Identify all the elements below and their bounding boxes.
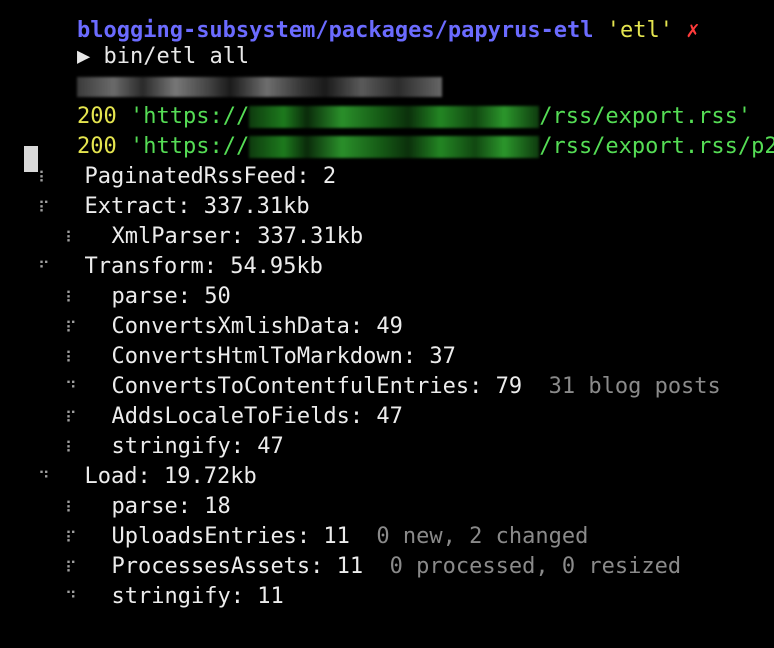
tree-label: Extract: 337.31kb <box>84 194 310 219</box>
tree-row: ⠇ stringify: 47 <box>65 432 284 462</box>
tree-row: ⠏ UploadsEntries: 11 0 new, 2 changed <box>65 522 588 552</box>
tree-row: ⠏ ProcessesAssets: 11 0 processed, 0 res… <box>65 552 681 582</box>
response-line: 200 'https:///rss/export.rss' <box>24 72 751 129</box>
spinner-icon: ⠇ <box>38 168 50 187</box>
tree-row: ⠙ stringify: 11 <box>65 582 284 612</box>
spinner-icon: ⠇ <box>65 438 77 457</box>
tree-note: 0 new, 2 changed <box>376 524 589 549</box>
spinner-icon: ⠇ <box>65 228 77 247</box>
spinner-icon: ⠋ <box>38 258 50 277</box>
tree-label: ConvertsHtmlToMarkdown: 37 <box>111 344 456 369</box>
response-line: 200 'https:// /rss/export.rss/p2' <box>24 102 774 159</box>
tree-label: PaginatedRssFeed: 2 <box>84 164 337 189</box>
terminal-window[interactable]: blogging-subsystem/packages/papyrus-etl … <box>0 0 774 648</box>
tree-row: ⠏ AddsLocaleToFields: 47 <box>65 402 403 432</box>
tree-note: 31 blog posts <box>548 374 721 399</box>
spinner-icon: ⠙ <box>65 588 77 607</box>
tree-note: 0 processed, 0 resized <box>389 554 682 579</box>
tree-label: parse: 18 <box>111 494 231 519</box>
tree-row: ⠏ ConvertsXmlishData: 49 <box>65 312 403 342</box>
spinner-icon: ⠇ <box>65 288 77 307</box>
tree-label: parse: 50 <box>111 284 231 309</box>
dirty-mark: ✗ <box>686 18 700 43</box>
spinner-icon: ⠙ <box>38 468 50 487</box>
spinner-icon: ⠏ <box>38 198 50 217</box>
tree-row: ⠏ Extract: 337.31kb <box>38 192 310 222</box>
tree-label: ConvertsToContentfulEntries: 79 <box>111 374 523 399</box>
tree-row: ⠇ PaginatedRssFeed: 2 <box>38 162 336 192</box>
spinner-icon: ⠏ <box>65 528 77 547</box>
tree-label: stringify: 11 <box>111 584 284 609</box>
tree-row: ⠙ Load: 19.72kb <box>38 462 257 492</box>
tree-label: Load: 19.72kb <box>84 464 257 489</box>
url-suffix: /rss/export.rss/p2' <box>539 134 774 159</box>
tree-label: UploadsEntries: 11 <box>111 524 350 549</box>
terminal-cursor <box>24 146 38 172</box>
spinner-icon: ⠏ <box>65 558 77 577</box>
tree-label: Transform: 54.95kb <box>84 254 323 279</box>
redacted-domain <box>249 136 540 158</box>
spinner-icon: ⠏ <box>65 408 77 427</box>
branch-name: etl <box>620 18 660 43</box>
tree-label: ConvertsXmlishData: 49 <box>111 314 403 339</box>
tree-label: XmlParser: 337.31kb <box>111 224 364 249</box>
tree-row: ⠙ ConvertsToContentfulEntries: 79 31 blo… <box>65 372 721 402</box>
redacted-line <box>24 42 442 97</box>
command-line: ▶ bin/etl all <box>24 12 249 69</box>
spinner-icon: ⠙ <box>65 378 77 397</box>
tree-row: ⠇ XmlParser: 337.31kb <box>65 222 363 252</box>
status-code: 200 <box>76 134 117 159</box>
tree-label: stringify: 47 <box>111 434 284 459</box>
tree-row: ⠇ ConvertsHtmlToMarkdown: 37 <box>65 342 456 372</box>
prompt-branch: 'etl' <box>606 18 674 43</box>
tree-row: ⠇ parse: 18 <box>65 492 231 522</box>
tree-label: AddsLocaleToFields: 47 <box>111 404 403 429</box>
tree-row: ⠋ Transform: 54.95kb <box>38 252 323 282</box>
url-prefix: 'https:// <box>129 134 250 159</box>
spinner-icon: ⠇ <box>65 348 77 367</box>
spinner-icon: ⠇ <box>65 498 77 517</box>
tree-row: ⠇ parse: 50 <box>65 282 231 312</box>
spinner-icon: ⠏ <box>65 318 77 337</box>
tree-label: ProcessesAssets: 11 <box>111 554 364 579</box>
